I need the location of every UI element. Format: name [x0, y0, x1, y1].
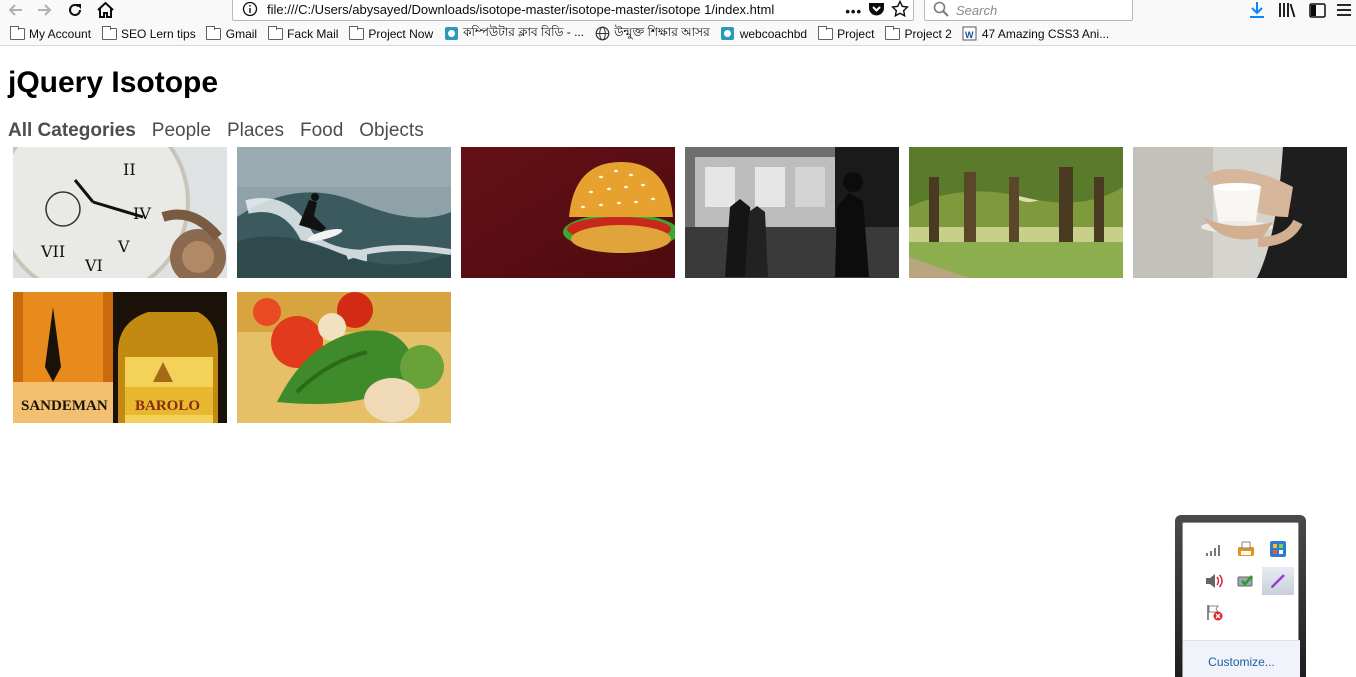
reload-button[interactable]	[64, 0, 86, 20]
bookmark-item[interactable]: webcoachbd	[720, 26, 807, 42]
info-icon[interactable]	[242, 1, 258, 22]
download-icon	[1250, 2, 1264, 18]
bookmark-item[interactable]: My Account	[9, 25, 92, 42]
home-button[interactable]	[94, 0, 116, 20]
folder-icon	[267, 25, 283, 42]
espresso-cup-image[interactable]	[1133, 147, 1347, 278]
word-icon: W	[962, 26, 978, 42]
network-signal-icon[interactable]	[1202, 538, 1226, 562]
library-button[interactable]	[1272, 0, 1302, 20]
forward-button[interactable]	[34, 0, 56, 20]
bookmark-label: My Account	[29, 26, 92, 41]
bookmark-item[interactable]: Project 2	[884, 25, 952, 42]
bookmark-label: 47 Amazing CSS3 Ani...	[981, 26, 1110, 41]
bookmark-star-icon[interactable]	[890, 0, 910, 22]
back-button[interactable]	[4, 0, 26, 20]
svg-text:V: V	[117, 237, 130, 256]
url-text[interactable]: file:///C:/Users/abysayed/Downloads/isot…	[267, 2, 774, 17]
folder-icon	[348, 25, 364, 42]
bookmark-label: উন্মুক্ত শিক্ষার আসর	[614, 24, 710, 39]
pocket-icon[interactable]	[868, 1, 885, 22]
sidebar-button[interactable]	[1302, 0, 1332, 20]
bookmark-label: Project	[837, 26, 875, 41]
burger-image[interactable]	[461, 147, 675, 278]
filter-people[interactable]: People	[152, 120, 211, 142]
barolo-label: BAROLO	[135, 398, 200, 414]
bookmark-label: কম্পিউটার ক্লাব বিডি - ...	[463, 24, 585, 39]
folder-icon	[884, 25, 900, 42]
sidebar-icon	[1308, 2, 1326, 18]
bookmark-label: webcoachbd	[739, 26, 808, 41]
bookmark-label: Project 2	[904, 26, 952, 41]
bookmark-item[interactable]: Gmail	[206, 25, 258, 42]
pen-tool-icon[interactable]	[1262, 567, 1294, 595]
vegetables-image[interactable]	[237, 292, 451, 423]
filter-all-categories[interactable]: All Categories	[8, 120, 136, 142]
forward-arrow-icon	[38, 4, 52, 16]
folder-icon	[206, 25, 222, 42]
bookmark-item[interactable]: Project	[817, 25, 875, 42]
reload-icon	[69, 3, 81, 16]
bookmark-item[interactable]: উন্মুক্ত শিক্ষার আসর	[594, 24, 710, 44]
svg-text:VII: VII	[40, 242, 65, 261]
pocket-watch-image[interactable]: II IV V VI VII	[13, 147, 227, 278]
folder-icon	[817, 25, 833, 42]
svg-text:IV: IV	[133, 204, 151, 223]
site-icon	[720, 26, 736, 42]
tree-lined-path-image[interactable]	[909, 147, 1123, 278]
svg-text:II: II	[123, 160, 136, 179]
bookmark-label: SEO Lern tips	[121, 26, 196, 41]
downloads-button[interactable]	[1242, 0, 1272, 20]
filter-places[interactable]: Places	[227, 120, 284, 142]
volume-icon[interactable]	[1202, 569, 1226, 593]
page-title: jQuery Isotope	[8, 66, 219, 99]
system-tray-popup: Customize...	[1175, 515, 1306, 677]
svg-text:W: W	[965, 30, 974, 40]
bookmark-item[interactable]: কম্পিউটার ক্লাব বিডি - ...	[443, 24, 584, 44]
bookmark-item[interactable]: SEO Lern tips	[101, 25, 196, 42]
bookmark-label: Project Now	[368, 26, 434, 41]
hamburger-menu-icon	[1337, 4, 1351, 16]
folder-icon	[9, 25, 25, 42]
bookmark-label: Gmail	[225, 26, 258, 41]
search-box[interactable]: Search	[924, 0, 1133, 21]
wine-bottles-image[interactable]: SANDEMAN BAROLO	[13, 292, 227, 423]
filter-nav: All Categories People Places Food Objects	[8, 120, 424, 142]
home-icon	[96, 2, 114, 18]
bookmarks-bar: My Account SEO Lern tips Gmail Fack Mail Pro…	[0, 22, 1356, 46]
filter-food[interactable]: Food	[300, 120, 343, 142]
subway-train-image[interactable]	[685, 147, 899, 278]
printer-icon[interactable]	[1234, 537, 1258, 561]
sandeman-label: SANDEMAN	[21, 398, 108, 414]
bookmark-item[interactable]: Project Now	[348, 25, 434, 42]
svg-text:VI: VI	[84, 256, 103, 275]
folder-icon	[101, 25, 117, 42]
bookmark-item[interactable]: W 47 Amazing CSS3 Ani...	[962, 26, 1109, 42]
site-icon	[443, 26, 459, 42]
back-arrow-icon	[8, 4, 22, 16]
globe-icon	[594, 26, 610, 42]
browser-toolbar: file:///C:/Users/abysayed/Downloads/isot…	[0, 0, 1356, 22]
search-icon	[933, 1, 949, 22]
flag-error-icon[interactable]	[1202, 600, 1226, 624]
page-actions-icon[interactable]: •••	[845, 4, 862, 19]
bookmark-item[interactable]: Fack Mail	[267, 25, 339, 42]
filter-objects[interactable]: Objects	[359, 120, 423, 142]
surfer-image[interactable]	[237, 147, 451, 278]
url-bar[interactable]: file:///C:/Users/abysayed/Downloads/isot…	[232, 0, 914, 21]
battery-check-icon[interactable]	[1234, 569, 1258, 593]
library-icon	[1279, 3, 1296, 18]
menu-button[interactable]	[1332, 0, 1356, 20]
bookmark-label: Fack Mail	[287, 26, 339, 41]
search-placeholder: Search	[956, 3, 998, 18]
customize-link[interactable]: Customize...	[1183, 655, 1300, 669]
windows-update-icon[interactable]	[1266, 537, 1290, 561]
